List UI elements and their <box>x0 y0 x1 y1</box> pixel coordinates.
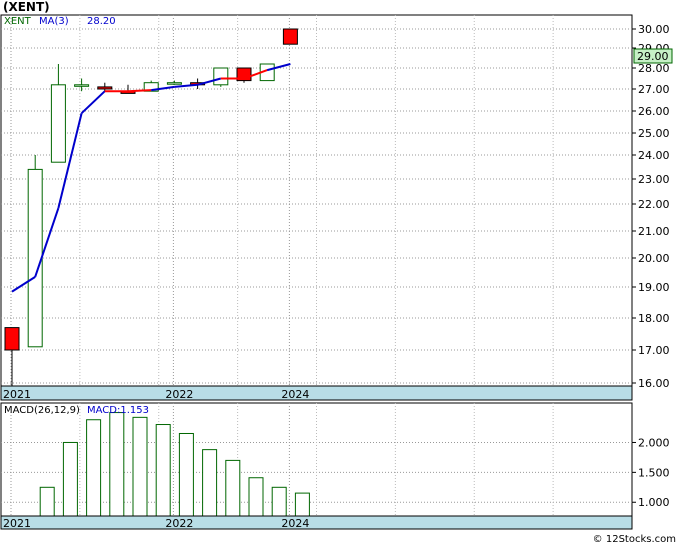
macd-bar <box>178 432 194 517</box>
price-x-tick-label: 2024 <box>281 388 309 401</box>
price-y-axis: 16.00 17.00 18.00 19.00 20.00 21.00 22.00 23.00… <box>632 23 670 390</box>
macd-x-axis-band <box>0 515 633 530</box>
legend-symbol: XENT <box>4 16 32 27</box>
price-y-tick-label: 28.00 <box>638 62 670 75</box>
macd-bar <box>225 459 241 517</box>
moving-average-segment <box>127 89 152 93</box>
legend-ma-value: 28.20 <box>87 16 116 27</box>
price-y-tick-label: 23.00 <box>638 173 670 186</box>
stock-chart: 16.00 17.00 18.00 19.00 20.00 21.00 22.00 23.00… <box>0 14 673 530</box>
candle-body <box>50 84 66 163</box>
candle-body <box>166 82 182 85</box>
macd-bar <box>86 419 102 517</box>
macd-bar <box>39 486 55 517</box>
macd-bar <box>294 492 310 517</box>
price-y-tick-label: 24.00 <box>638 149 670 162</box>
macd-y-tick-label: 1.500 <box>638 466 670 479</box>
macd-y-tick-label: 1.000 <box>638 496 670 509</box>
price-x-tick-label: 2021 <box>3 388 31 401</box>
price-y-tick-label: 20.00 <box>638 252 670 265</box>
macd-bar <box>109 412 125 517</box>
macd-x-tick-label: 2021 <box>3 517 31 530</box>
candle-body <box>4 327 20 351</box>
macd-y-axis: 1.000 1.500 2.000 <box>632 436 670 509</box>
price-y-tick-label: 16.00 <box>638 377 670 390</box>
price-y-tick-label: 22.00 <box>638 198 670 211</box>
price-y-tick-label: 19.00 <box>638 281 670 294</box>
macd-bar <box>202 449 218 517</box>
macd-bar <box>132 416 148 517</box>
candle-body <box>27 168 43 348</box>
price-y-tick-label: 18.00 <box>638 312 670 325</box>
macd-x-tick-label: 2024 <box>281 517 309 530</box>
macd-bar <box>271 486 287 517</box>
candle-body <box>97 86 113 90</box>
macd-x-tick-label: 2022 <box>165 517 193 530</box>
price-y-tick-label: 30.00 <box>638 23 670 36</box>
macd-bar <box>155 424 171 517</box>
price-x-axis-band <box>0 385 633 401</box>
macd-legend-value: MACD:1.153 <box>87 405 149 416</box>
price-y-tick-label: 17.00 <box>638 344 670 357</box>
macd-bar <box>62 441 78 517</box>
price-y-tick-label: 21.00 <box>638 225 670 238</box>
footer-credit: © 12Stocks.com <box>592 534 676 545</box>
candle-body <box>74 84 90 87</box>
macd-legend-label: MACD(26,12,9) <box>4 405 80 416</box>
candle-body <box>282 28 298 45</box>
last-price-label: 29.00 <box>637 50 669 63</box>
price-y-tick-label: 25.00 <box>638 127 670 140</box>
price-y-tick-label: 26.00 <box>638 105 670 118</box>
legend-ma-label: MA(3) <box>39 16 69 27</box>
candle-body <box>213 67 229 86</box>
macd-y-tick-label: 2.000 <box>638 436 670 449</box>
price-x-tick-label: 2022 <box>165 388 193 401</box>
price-y-tick-label: 27.00 <box>638 83 670 96</box>
macd-bar <box>248 477 264 517</box>
